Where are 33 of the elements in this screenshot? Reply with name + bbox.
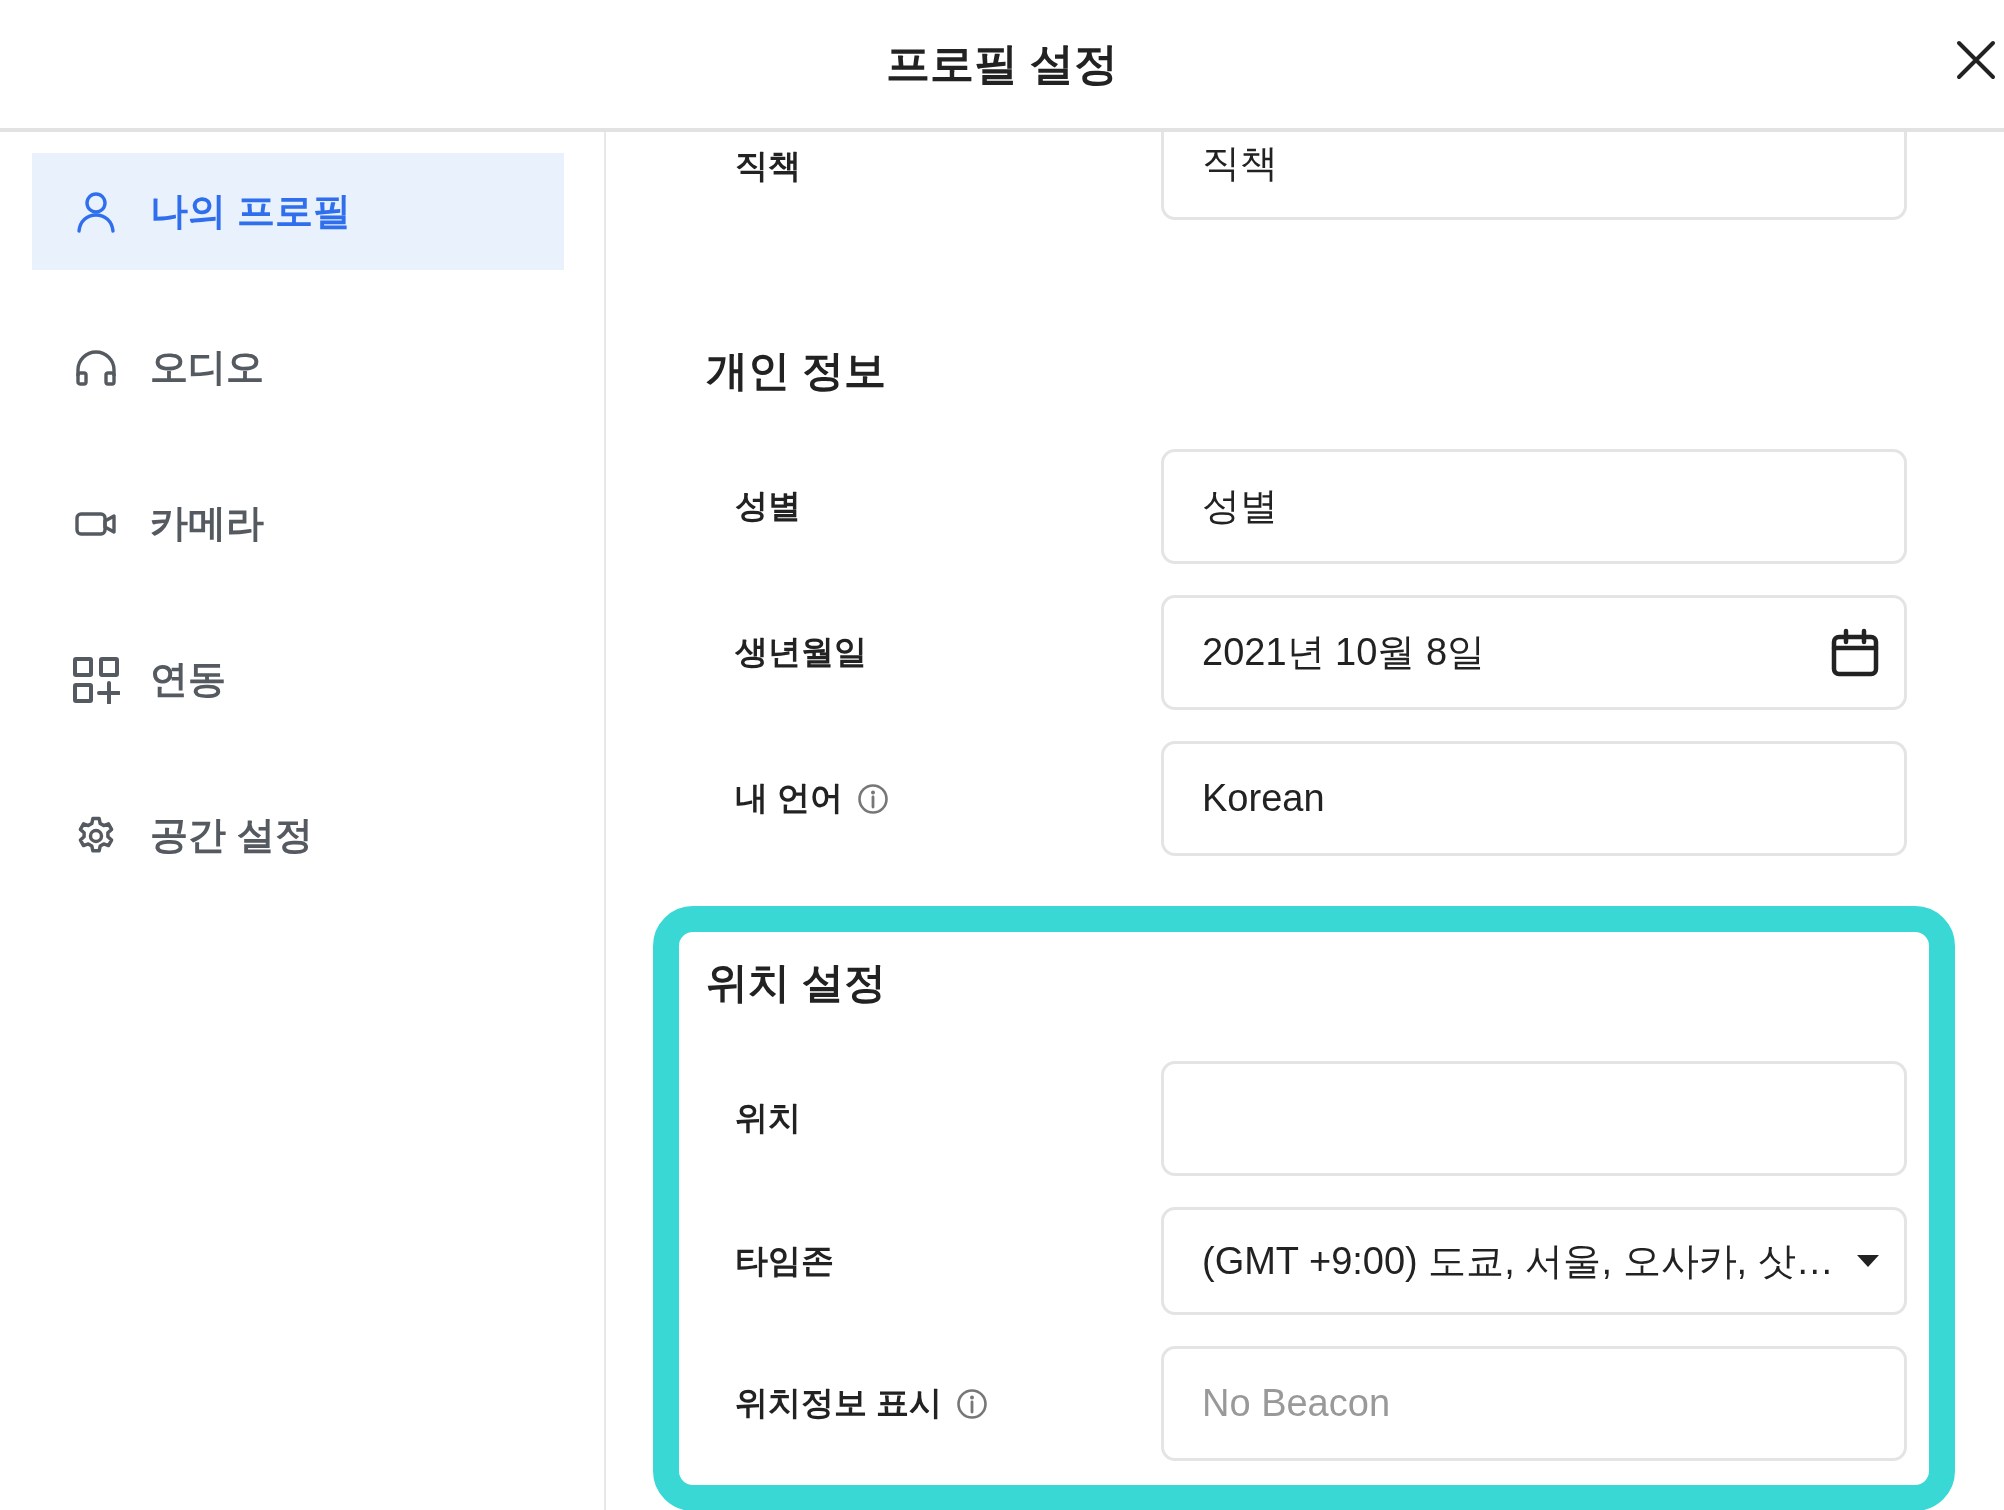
field-value: Korean [1202, 777, 1325, 820]
info-icon[interactable] [857, 782, 890, 815]
placeholder-text: No Beacon [1202, 1382, 1390, 1425]
field-label: 내 언어 [735, 778, 844, 818]
close-button[interactable] [1956, 40, 1996, 80]
input-field[interactable]: Korean [1161, 741, 1907, 856]
date-value: 2021년 10월 8일 [1202, 630, 1486, 675]
sidebar-item[interactable]: 공간 설정 [32, 777, 564, 894]
info-icon[interactable] [956, 1387, 989, 1420]
input-field[interactable]: 직책 [1161, 132, 1907, 220]
input-field[interactable] [1161, 1061, 1907, 1176]
section-heading: 개인 정보 [706, 346, 887, 396]
field-label: 생년월일 [735, 632, 867, 672]
apps-add-icon [72, 655, 120, 704]
field-label: 성별 [735, 486, 801, 526]
date-field[interactable]: 2021년 10월 8일 [1161, 595, 1907, 710]
input-field[interactable]: 성별 [1161, 449, 1907, 564]
sidebar-item[interactable]: 나의 프로필 [32, 153, 564, 270]
field-label: 직책 [735, 146, 801, 186]
timezone-dropdown[interactable]: (GMT +9:00) 도쿄, 서울, 오사카, 삿… [1161, 1207, 1907, 1315]
section-heading: 위치 설정 [706, 958, 887, 1008]
field-label: 위치 [735, 1098, 801, 1138]
field-label: 타임존 [735, 1240, 834, 1281]
dialog-title: 프로필 설정 [885, 37, 1119, 90]
dropdown-value: (GMT +9:00) 도쿄, 서울, 오사카, 삿… [1202, 1238, 1834, 1284]
field-value: 직책 [1202, 141, 1278, 186]
field-value: 성별 [1202, 484, 1278, 529]
sidebar-item[interactable]: 카메라 [32, 465, 564, 582]
caret-icon [1856, 1255, 1880, 1267]
sidebar-item[interactable]: 오디오 [32, 309, 564, 426]
calendar-icon[interactable] [1830, 627, 1880, 678]
field-label: 위치정보 표시 [735, 1383, 943, 1423]
sidebar-item[interactable]: 연동 [32, 621, 564, 738]
